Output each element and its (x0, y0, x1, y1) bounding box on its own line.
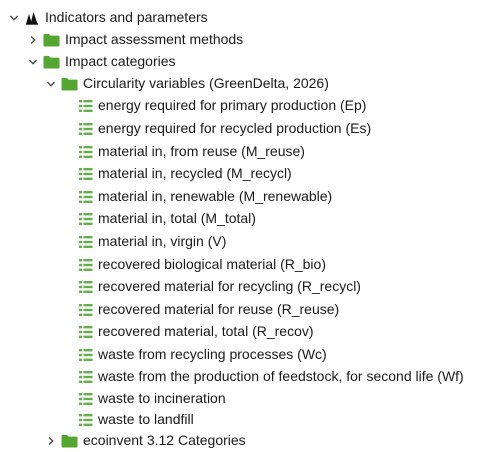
list-icon (79, 99, 93, 113)
tree-leaf-item[interactable]: recovered biological material (R_bio) (79, 253, 326, 276)
tree-leaf-item[interactable]: material in, virgin (V) (79, 230, 226, 253)
tree-leaf-label: recovered material, total (R_recov) (98, 323, 314, 339)
tree-leaf-label: waste from recycling processes (Wc) (98, 346, 327, 362)
tree-node-label: ecoinvent 3.12 Categories (83, 432, 246, 448)
list-icon (79, 258, 93, 272)
list-icon (79, 235, 93, 249)
tree-leaf-item[interactable]: recovered material for reuse (R_reuse) (79, 298, 339, 321)
tree-leaf-label: energy required for primary production (… (98, 97, 367, 113)
chevron-down-icon[interactable] (45, 78, 57, 90)
tree-leaf-label: recovered material for recycling (R_recy… (98, 278, 361, 294)
tree-leaf-item[interactable]: recovered material, total (R_recov) (79, 320, 314, 343)
tree-node-label: Impact categories (65, 53, 176, 69)
tree-leaf-item[interactable]: material in, recycled (M_recycl) (79, 162, 292, 185)
tree-leaf-label: waste from the production of feedstock, … (98, 368, 464, 384)
tree-leaf-item[interactable]: energy required for recycled production … (79, 117, 371, 140)
chevron-right-icon[interactable] (27, 34, 39, 46)
tree-leaf-item[interactable]: waste to landfill (79, 408, 194, 431)
tree-leaf-label: material in, virgin (V) (98, 233, 227, 249)
folder-icon (61, 77, 78, 91)
list-icon (79, 348, 93, 362)
tree-leaf-item[interactable]: energy required for primary production (… (79, 94, 366, 117)
tree-leaf-label: material in, recycled (M_recycl) (98, 165, 292, 181)
tree-leaf-label: material in, total (M_total) (98, 210, 256, 226)
navigation-tree: Indicators and parameters Impact assessm… (0, 0, 480, 451)
tree-node-label: Indicators and parameters (45, 9, 208, 25)
tree-leaf-item[interactable]: material in, total (M_total) (79, 207, 256, 230)
tree-leaf-label: recovered biological material (R_bio) (98, 256, 326, 272)
tree-leaf-item[interactable]: waste from recycling processes (Wc) (79, 343, 327, 366)
tree-leaf-label: recovered material for reuse (R_reuse) (98, 301, 340, 317)
tree-leaf-item[interactable]: recovered material for recycling (R_recy… (79, 275, 361, 298)
indicators-icon (24, 10, 40, 26)
list-icon (79, 145, 93, 159)
chevron-right-icon[interactable] (45, 435, 57, 447)
tree-leaf-item[interactable]: material in, from reuse (M_reuse) (79, 140, 305, 163)
list-icon (79, 167, 93, 181)
tree-leaf-label: energy required for recycled production … (98, 120, 372, 136)
tree-node-circularity-variables[interactable]: Circularity variables (GreenDelta, 2026) (45, 72, 329, 95)
folder-icon (43, 55, 60, 69)
chevron-down-icon[interactable] (27, 56, 39, 68)
list-icon (79, 392, 93, 406)
tree-node-indicators-and-parameters[interactable]: Indicators and parameters (8, 6, 208, 29)
chevron-down-icon[interactable] (8, 12, 20, 24)
tree-node-impact-assessment-methods[interactable]: Impact assessment methods (27, 28, 243, 51)
list-icon (79, 190, 93, 204)
list-icon (79, 280, 93, 294)
tree-node-label: Impact assessment methods (65, 31, 244, 47)
list-icon (79, 303, 93, 317)
tree-leaf-label: material in, renewable (M_renewable) (98, 188, 333, 204)
list-icon (79, 370, 93, 384)
list-icon (79, 212, 93, 226)
tree-leaf-item[interactable]: waste from the production of feedstock, … (79, 365, 464, 388)
list-icon (79, 122, 93, 136)
tree-leaf-label: waste to landfill (98, 411, 194, 427)
tree-leaf-item[interactable]: waste to incineration (79, 387, 226, 410)
folder-icon (61, 434, 78, 448)
list-icon (79, 413, 93, 427)
folder-icon (43, 33, 60, 47)
tree-node-label: Circularity variables (GreenDelta, 2026) (83, 75, 329, 91)
list-icon (79, 325, 93, 339)
tree-leaf-item[interactable]: material in, renewable (M_renewable) (79, 185, 332, 208)
tree-node-impact-categories[interactable]: Impact categories (27, 50, 176, 73)
tree-leaf-label: material in, from reuse (M_reuse) (98, 143, 305, 159)
tree-node-ecoinvent-categories[interactable]: ecoinvent 3.12 Categories (45, 429, 246, 452)
tree-leaf-label: waste to incineration (98, 390, 226, 406)
